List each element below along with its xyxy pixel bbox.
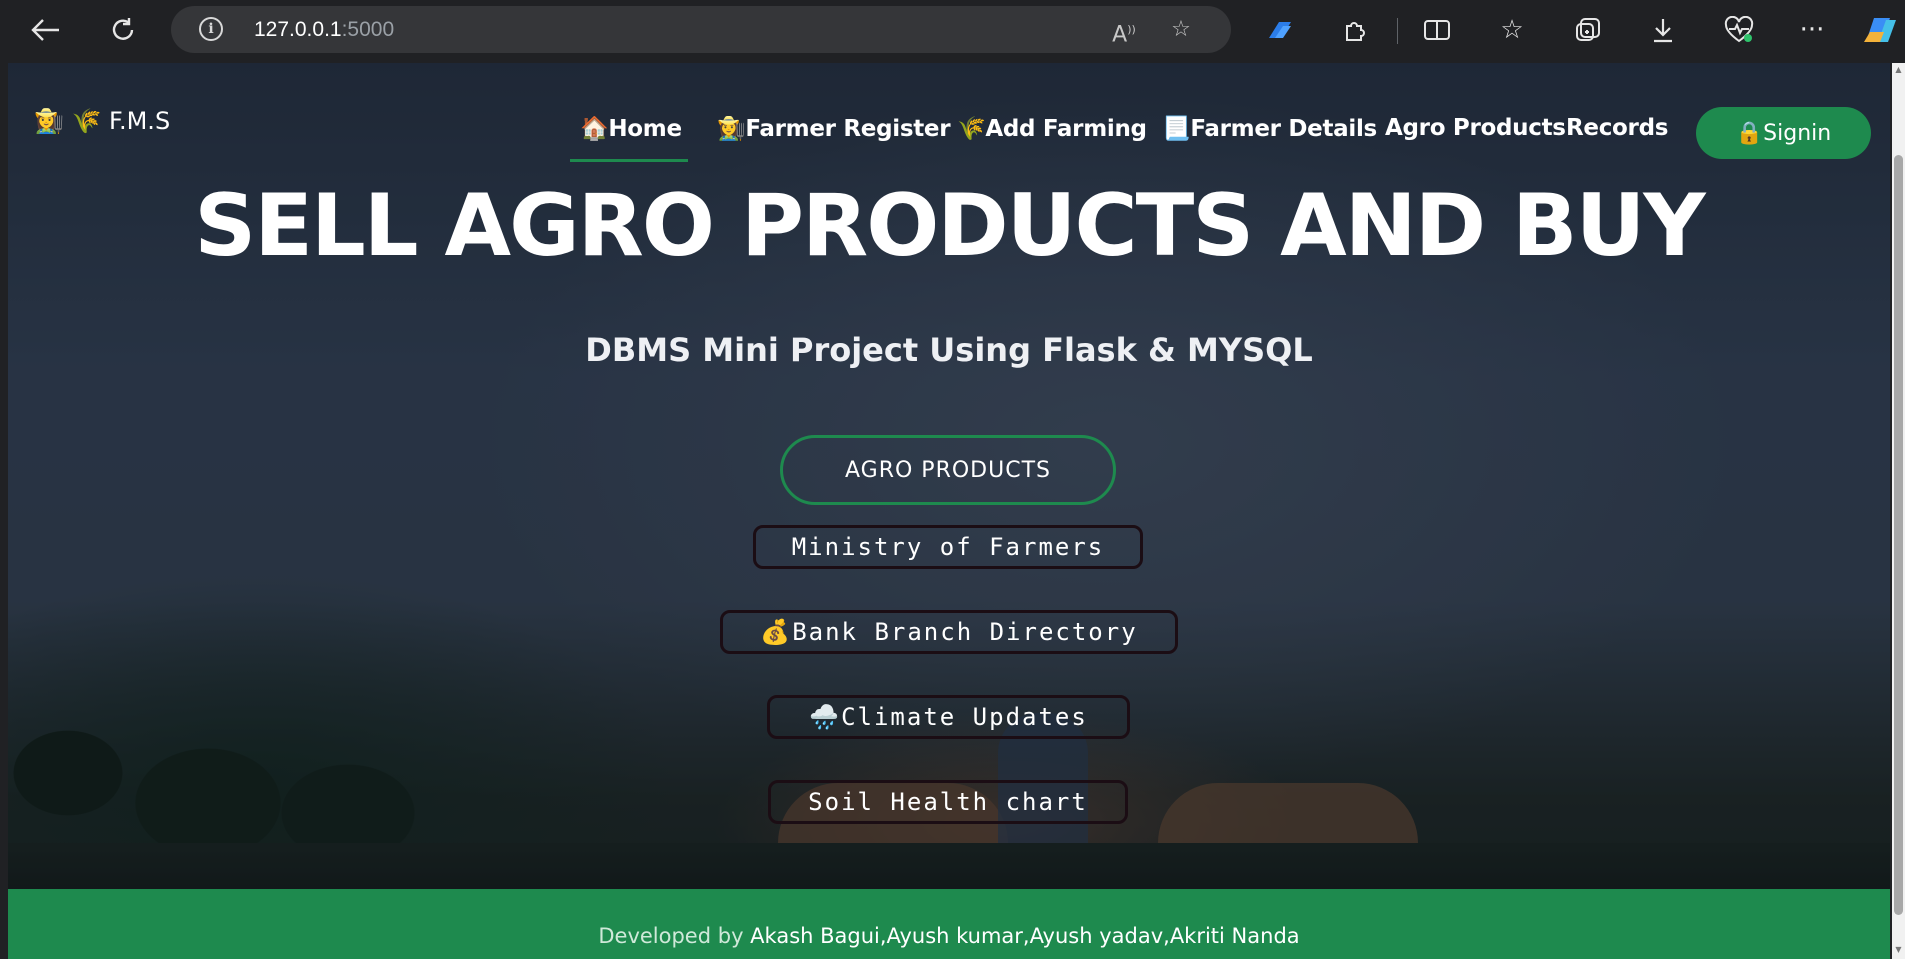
read-aloud-icon[interactable]: A)) (1109, 15, 1139, 47)
star-icon[interactable]: ☆ (1166, 15, 1196, 45)
signin-button[interactable]: 🔒Signin (1696, 107, 1871, 159)
hero-title: SELL AGRO PRODUCTS AND BUY (194, 176, 1705, 276)
bank-branch-directory-button[interactable]: 💰Bank Branch Directory (720, 610, 1178, 654)
nav-item-home[interactable]: 🏠Home (570, 115, 688, 162)
puzzle-icon[interactable] (1335, 10, 1375, 50)
url-text[interactable]: 127.0.0.1:5000 (254, 18, 394, 42)
split-screen-icon[interactable] (1417, 10, 1457, 50)
footer-credits: Developed by Akash Bagui,Ayush kumar,Ayu… (8, 924, 1890, 948)
nav-item-add-farming[interactable]: 🌾Add Farming (957, 115, 1147, 142)
scroll-up-icon[interactable]: ▲ (1894, 65, 1903, 75)
address-bar[interactable]: i 127.0.0.1:5000 A)) ☆ (171, 6, 1231, 53)
download-icon[interactable] (1643, 10, 1683, 50)
page-viewport: 👩‍🌾 🌾 F.M.S 🏠Home 👩‍🌾Farmer Register 🌾Ad… (8, 63, 1890, 959)
collections-icon[interactable] (1568, 10, 1608, 50)
browser-toolbar: i 127.0.0.1:5000 A)) ☆ ☆ ··· (0, 0, 1905, 63)
heartbeat-icon[interactable] (1719, 10, 1759, 50)
favorites-icon[interactable]: ☆ (1492, 10, 1532, 50)
nav-item-farmer-register[interactable]: 👩‍🌾Farmer Register (717, 115, 951, 142)
hero-subtitle: DBMS Mini Project Using Flask & MYSQL (585, 331, 1313, 369)
back-arrow-icon[interactable] (26, 10, 66, 50)
agro-products-button[interactable]: AGRO PRODUCTS (780, 435, 1116, 505)
scroll-thumb[interactable] (1894, 155, 1903, 915)
ministry-of-farmers-button[interactable]: Ministry of Farmers (753, 525, 1143, 569)
site-brand[interactable]: 👩‍🌾 🌾 F.M.S (34, 107, 170, 135)
copilot-pane-icon[interactable] (1260, 10, 1300, 50)
page-scrollbar[interactable]: ▲ ▼ (1892, 63, 1905, 959)
nav-item-records[interactable]: Records (1566, 115, 1668, 141)
climate-updates-button[interactable]: 🌧️Climate Updates (767, 695, 1130, 739)
refresh-icon[interactable] (103, 10, 143, 50)
footer-label: Developed by (598, 924, 751, 948)
site-footer: Developed by Akash Bagui,Ayush kumar,Ayu… (8, 889, 1890, 959)
url-host: 127.0.0.1 (254, 18, 342, 41)
toolbar-divider (1397, 18, 1398, 44)
nav-item-agro-products[interactable]: Agro Products (1385, 115, 1566, 141)
nav-item-farmer-details[interactable]: 📃Farmer Details (1162, 115, 1377, 142)
soil-health-chart-button[interactable]: Soil Health chart (768, 780, 1128, 824)
url-port: :5000 (341, 18, 395, 41)
footer-names: Akash Bagui,Ayush kumar,Ayush yadav,Akri… (750, 924, 1300, 948)
info-icon[interactable]: i (199, 17, 223, 41)
scroll-down-icon[interactable]: ▼ (1894, 945, 1903, 955)
more-icon[interactable]: ··· (1792, 10, 1832, 50)
copilot-icon[interactable] (1860, 10, 1900, 50)
